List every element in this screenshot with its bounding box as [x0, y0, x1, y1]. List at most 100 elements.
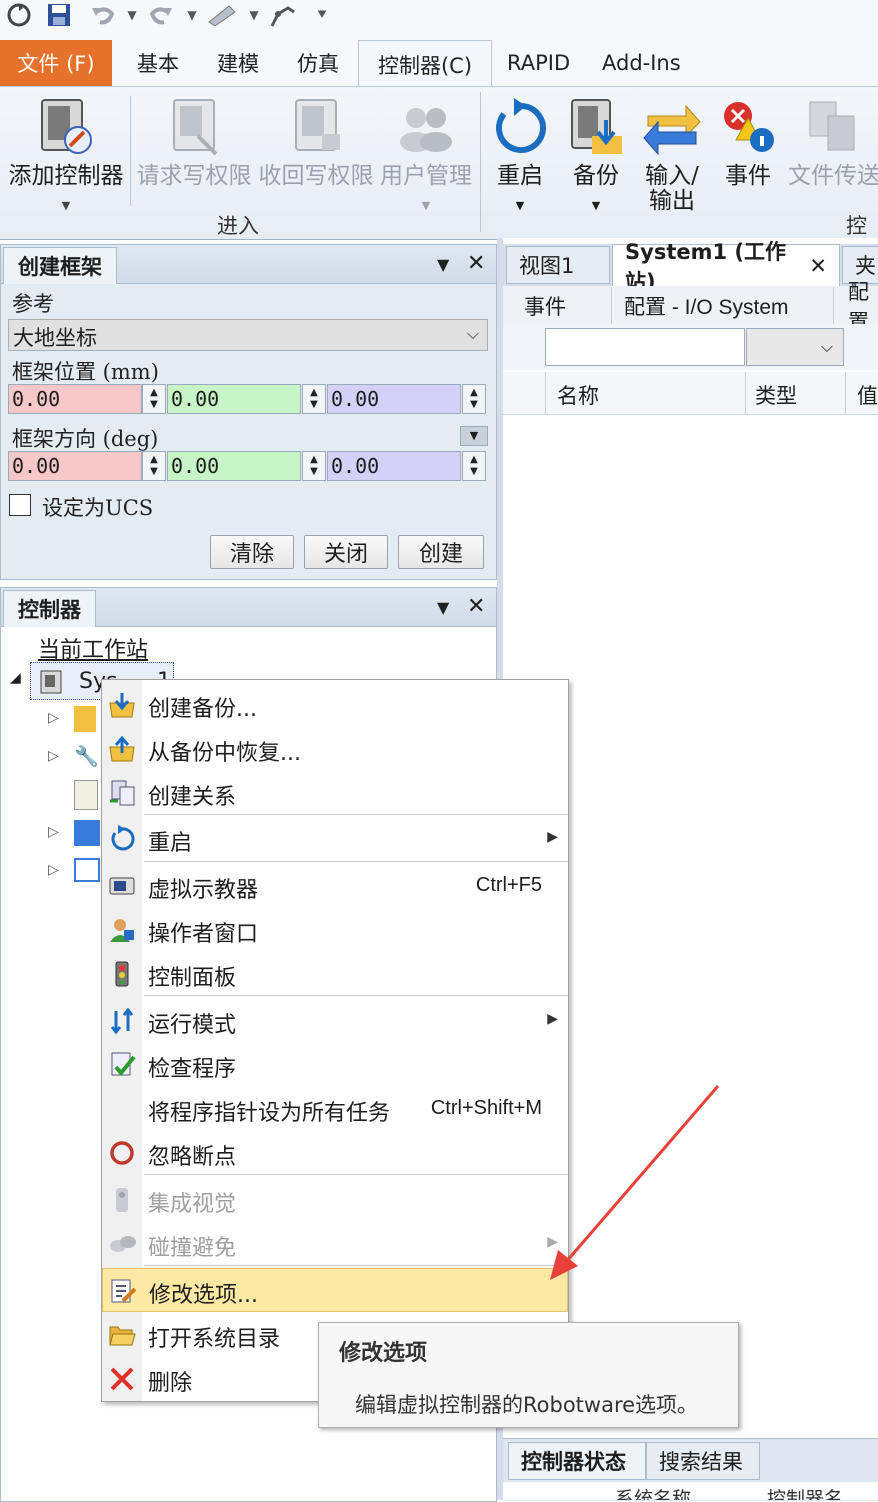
clear-button[interactable]: 清除 [210, 535, 294, 569]
menu-item-label: 重启 [148, 831, 193, 856]
customize-icon[interactable]: ⯆ [312, 0, 332, 30]
restart-dropdown-icon[interactable]: ▼ [488, 193, 552, 218]
close-icon[interactable]: ✕ [467, 594, 485, 619]
menu-item-operator-window[interactable]: 操作者窗口 [102, 908, 568, 952]
menu-item-check-program[interactable]: 检查程序 [102, 1043, 568, 1087]
position-y-field[interactable]: 0.00 [167, 384, 301, 414]
orientation-z-spinner[interactable]: ▲ ▼ [462, 451, 486, 481]
menu-item-integrated-vision[interactable]: 集成视觉 [102, 1178, 568, 1222]
tab-addins[interactable]: Add-Ins [602, 40, 681, 86]
column-header-system-name: 系统名称 [615, 1488, 692, 1500]
tab-file[interactable]: 文件 (F) [0, 40, 112, 86]
tab-modeling[interactable]: 建模 [217, 40, 259, 86]
close-icon[interactable]: ✕ [467, 251, 485, 276]
menu-item-create-relation[interactable]: 创建关系 [102, 771, 568, 815]
reference-select[interactable]: 大地坐标 ⌵ [8, 319, 488, 351]
menu-item-run-mode[interactable]: 运行模式 ▶ [102, 999, 568, 1043]
current-station-node[interactable]: 当前工作站 [38, 632, 148, 664]
backup-button[interactable]: 备份 ▼ [562, 96, 630, 218]
graphics-tool-icon[interactable] [204, 0, 240, 30]
menu-item-shortcut: Ctrl+Shift+M [430, 1097, 542, 1119]
frame-position-label: 框架位置 (mm) [12, 360, 159, 384]
add-controller-dropdown-icon[interactable]: ▼ [4, 193, 128, 218]
user-management-button[interactable]: 用户管理 ▼ [378, 96, 474, 218]
column-header-name[interactable]: 名称 [557, 380, 599, 410]
flexpendant-icon [109, 877, 135, 895]
position-x-spinner[interactable]: ▲ ▼ [142, 384, 166, 414]
restart-button[interactable]: 重启 ▼ [488, 96, 552, 218]
column-header-value[interactable]: 值 [857, 380, 878, 410]
redo-icon[interactable] [146, 0, 176, 30]
tab-system1[interactable]: System1 (工作站) ✕ [612, 240, 840, 294]
file-transfer-button[interactable]: 文件传送 [788, 96, 878, 189]
position-y-spinner[interactable]: ▲ ▼ [302, 384, 326, 414]
panel-dropdown-icon[interactable]: ▼ [437, 598, 449, 617]
tab-controller[interactable]: 控制器(C) [358, 40, 492, 88]
menu-separator [144, 1265, 568, 1266]
menu-item-control-panel[interactable]: 控制面板 [102, 952, 568, 996]
undo-icon[interactable] [88, 0, 118, 30]
filter-input[interactable] [545, 328, 745, 366]
release-write-button[interactable]: 收回写权限 [256, 96, 376, 189]
restart-icon [111, 825, 135, 851]
tooltip-title: 修改选项 [339, 1341, 428, 1366]
tab-simulation[interactable]: 仿真 [297, 40, 339, 86]
menu-item-modify-options[interactable]: 修改选项... [102, 1268, 568, 1312]
close-button[interactable]: 关闭 [304, 535, 388, 569]
create-button[interactable]: 创建 [398, 535, 484, 569]
create-frame-title: 创建框架 [3, 247, 117, 284]
orientation-y-field[interactable]: 0.00 [167, 451, 301, 481]
orientation-x-field[interactable]: 0.00 [8, 451, 142, 481]
tab-controller-status[interactable]: 控制器状态 [508, 1442, 646, 1480]
orientation-x-spinner[interactable]: ▲ ▼ [142, 451, 166, 481]
menu-separator [144, 861, 568, 862]
relation-icon [110, 780, 135, 806]
tree-expanded-icon[interactable]: ◢ [10, 670, 21, 686]
orientation-y-spinner[interactable]: ▲ ▼ [302, 451, 326, 481]
undo-dropdown-icon[interactable]: ▼ [124, 0, 140, 30]
backup-dropdown-icon[interactable]: ▼ [562, 193, 630, 218]
close-tab-icon[interactable]: ✕ [809, 254, 827, 278]
robot-icon[interactable] [266, 0, 300, 30]
tree-collapsed-icon[interactable]: ▷ [48, 710, 59, 726]
tree-collapsed-icon[interactable]: ▷ [48, 748, 59, 764]
quick-access-toolbar: ▼ ▼ ▼ ⯆ [0, 0, 878, 38]
orientation-z-field[interactable]: 0.00 [327, 451, 461, 481]
tooltip: 修改选项 编辑虚拟控制器的Robotware选项。 [318, 1322, 739, 1428]
graphics-dropdown-icon[interactable]: ▼ [246, 0, 262, 30]
tab-basic[interactable]: 基本 [137, 40, 179, 86]
request-write-button[interactable]: 请求写权限 [134, 96, 254, 189]
subtab-events[interactable]: 事件 [512, 287, 612, 325]
tree-collapsed-icon[interactable]: ▷ [48, 862, 59, 878]
panel-dropdown-icon[interactable]: ▼ [437, 255, 449, 274]
subtab-config[interactable]: 配置 [836, 280, 878, 334]
ucs-checkbox[interactable] [9, 494, 31, 516]
tab-view1[interactable]: 视图1 [506, 246, 610, 284]
menu-item-restore-backup[interactable]: 从备份中恢复... [102, 727, 568, 771]
column-header-type[interactable]: 类型 [755, 380, 797, 410]
redo-dropdown-icon[interactable]: ▼ [184, 0, 200, 30]
position-z-spinner[interactable]: ▲ ▼ [462, 384, 486, 414]
menu-item-create-backup[interactable]: 创建备份... [102, 683, 568, 727]
release-write-label: 收回写权限 [258, 163, 374, 189]
io-button[interactable]: 输入/ 输出 [638, 96, 706, 214]
tab-search-results[interactable]: 搜索结果 [646, 1442, 760, 1480]
orientation-expand-icon[interactable]: ▼ [460, 426, 488, 446]
app-cycle-icon[interactable] [4, 0, 34, 30]
events-button[interactable]: 事件 [716, 96, 780, 189]
save-icon[interactable] [44, 0, 74, 30]
menu-item-ignore-breakpoints[interactable]: 忽略断点 [102, 1131, 568, 1175]
filter-select[interactable]: ⌵ [746, 328, 844, 366]
menu-item-virtual-flexpendant[interactable]: 虚拟示教器 Ctrl+F5 [102, 864, 568, 908]
user-management-dropdown-icon[interactable]: ▼ [378, 193, 474, 218]
add-controller-button[interactable]: 添加控制器 ▼ [4, 96, 128, 218]
menu-item-restart[interactable]: 重启 ▶ [102, 817, 568, 861]
position-z-field[interactable]: 0.00 [327, 384, 461, 414]
menu-item-collision-avoidance[interactable]: 碰撞避免 ▶ [102, 1222, 568, 1266]
tab-rapid[interactable]: RAPID [507, 40, 570, 86]
tree-collapsed-icon[interactable]: ▷ [48, 824, 59, 840]
column-header-controller-name: 控制器名 [767, 1488, 844, 1500]
position-x-field[interactable]: 0.00 [8, 384, 142, 414]
subtab-config-io[interactable]: 配置 - I/O System [612, 287, 834, 325]
menu-item-set-pp-all-tasks[interactable]: 将程序指针设为所有任务 Ctrl+Shift+M [102, 1087, 568, 1131]
